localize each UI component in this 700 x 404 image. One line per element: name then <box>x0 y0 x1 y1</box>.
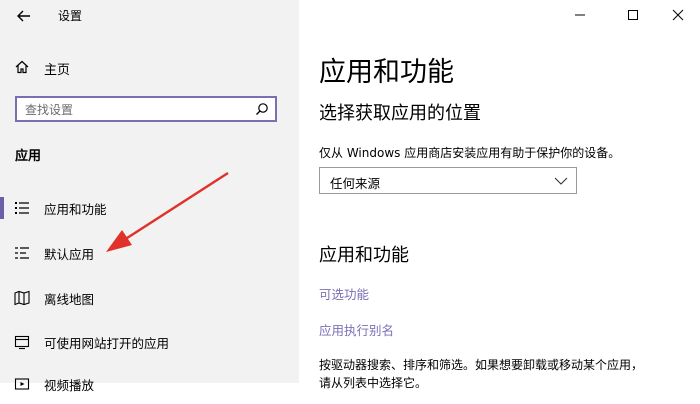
sidebar-item-label: 离线地图 <box>44 292 95 307</box>
window-title: 设置 <box>58 9 83 23</box>
home-icon <box>15 60 29 74</box>
sidebar-item-apps-features[interactable]: 应用和功能 <box>0 188 299 228</box>
back-button[interactable] <box>12 6 36 26</box>
minimize-button[interactable] <box>570 6 590 24</box>
sidebar-item-label: 应用和功能 <box>44 202 107 217</box>
default-apps-icon <box>15 247 29 259</box>
apps-features-icon <box>15 202 29 214</box>
page-title: 应用和功能 <box>319 57 454 88</box>
section-title: 应用 <box>15 149 42 164</box>
dropdown-value: 任何来源 <box>330 176 381 191</box>
sidebar-item-default-apps[interactable]: 默认应用 <box>0 233 299 273</box>
sidebar-item-label: 可使用网站打开的应用 <box>44 336 170 351</box>
optional-features-link[interactable]: 可选功能 <box>319 284 369 303</box>
home-nav-item[interactable]: 主页 <box>12 56 282 80</box>
maximize-button[interactable] <box>623 6 643 24</box>
main-content: 应用和功能 选择获取应用的位置 仅从 Windows 应用商店安装应用有助于保护… <box>299 0 700 390</box>
close-button[interactable] <box>668 6 688 24</box>
sidebar: 设置 主页 查找设置 应用 应用和功能 默认应用 离线地图 可使用网站打开的应用… <box>0 0 299 393</box>
back-arrow-icon <box>17 10 30 22</box>
apps-for-websites-icon <box>14 335 30 350</box>
sidebar-item-label: 默认应用 <box>44 247 95 262</box>
apps-description-line: 请从列表中选择它。 <box>319 376 428 390</box>
apps-description-line: 按驱动器搜索、排序和筛选。如果想要卸载或移动某个应用， <box>319 358 644 372</box>
minimize-icon <box>575 14 585 16</box>
install-source-dropdown[interactable]: 任何来源 <box>319 167 577 194</box>
apps-description: 按驱动器搜索、排序和筛选。如果想要卸载或移动某个应用， 请从列表中选择它。 <box>319 356 689 392</box>
home-label: 主页 <box>44 63 71 78</box>
sidebar-item-offline-maps[interactable]: 离线地图 <box>0 278 299 318</box>
chevron-down-icon <box>554 177 568 185</box>
close-icon <box>672 9 684 21</box>
install-location-description: 仅从 Windows 应用商店安装应用有助于保护你的设备。 <box>319 146 621 160</box>
search-placeholder: 查找设置 <box>25 103 74 117</box>
install-location-heading: 选择获取应用的位置 <box>319 103 481 124</box>
sidebar-item-video-playback[interactable]: 视频播放 <box>0 364 299 404</box>
app-execution-aliases-link[interactable]: 应用执行别名 <box>319 320 394 339</box>
search-input[interactable]: 查找设置 <box>15 96 277 122</box>
sidebar-item-label: 视频播放 <box>44 378 95 393</box>
maximize-icon <box>628 10 638 20</box>
sidebar-item-apps-for-websites[interactable]: 可使用网站打开的应用 <box>0 322 299 362</box>
search-icon[interactable] <box>255 102 269 116</box>
selection-indicator <box>0 197 4 219</box>
apps-features-heading: 应用和功能 <box>319 245 409 266</box>
video-playback-icon <box>14 378 30 390</box>
offline-maps-icon <box>14 290 30 306</box>
